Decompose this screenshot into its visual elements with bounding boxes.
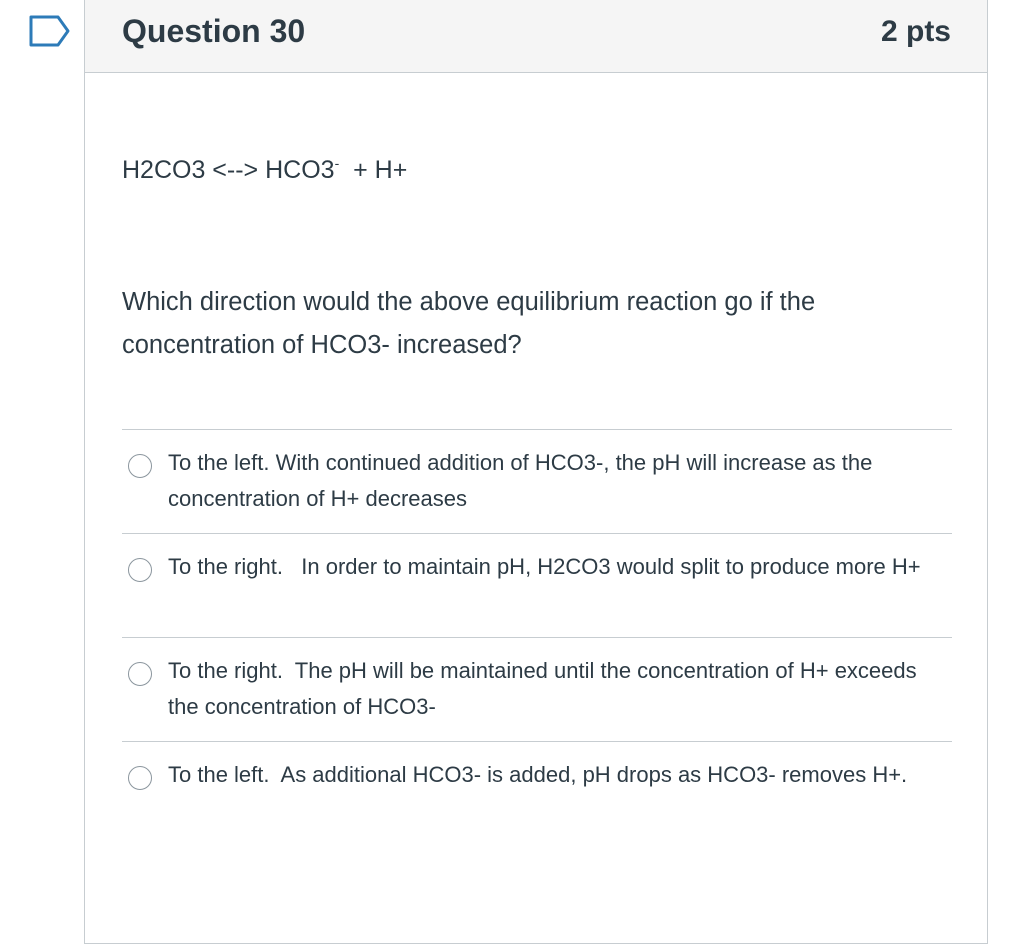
question-title: Question 30 bbox=[122, 13, 306, 49]
equation-left: H2CO3 <--> HCO3 bbox=[122, 156, 335, 184]
radio-button-icon[interactable] bbox=[128, 558, 152, 582]
radio-button-icon[interactable] bbox=[128, 454, 152, 478]
radio-button-icon[interactable] bbox=[128, 766, 152, 790]
answer-option-2[interactable]: To the right. In order to maintain pH, H… bbox=[122, 533, 952, 637]
answer-label[interactable]: To the right. The pH will be maintained … bbox=[168, 653, 948, 725]
question-header: Question 30 2 pts bbox=[85, 0, 987, 73]
question-card: Question 30 2 pts H2CO3 <--> HCO3- + H+ … bbox=[84, 0, 988, 944]
answer-option-4[interactable]: To the left. As additional HCO3- is adde… bbox=[122, 741, 952, 845]
radio-button-icon[interactable] bbox=[128, 662, 152, 686]
answer-label[interactable]: To the left. As additional HCO3- is adde… bbox=[168, 757, 948, 793]
question-points: 2 pts bbox=[880, 15, 951, 48]
equation-right: + H+ bbox=[339, 156, 408, 184]
equation-text: H2CO3 <--> HCO3- + H+ bbox=[122, 155, 407, 185]
bookmark-flag-icon[interactable] bbox=[28, 14, 72, 48]
answer-label[interactable]: To the left. With continued addition of … bbox=[168, 445, 948, 517]
answer-label[interactable]: To the right. In order to maintain pH, H… bbox=[168, 549, 948, 585]
answer-option-1[interactable]: To the left. With continued addition of … bbox=[122, 429, 952, 533]
answer-option-3[interactable]: To the right. The pH will be maintained … bbox=[122, 637, 952, 741]
question-prompt: Which direction would the above equilibr… bbox=[122, 288, 816, 359]
answer-list: To the left. With continued addition of … bbox=[122, 429, 952, 845]
